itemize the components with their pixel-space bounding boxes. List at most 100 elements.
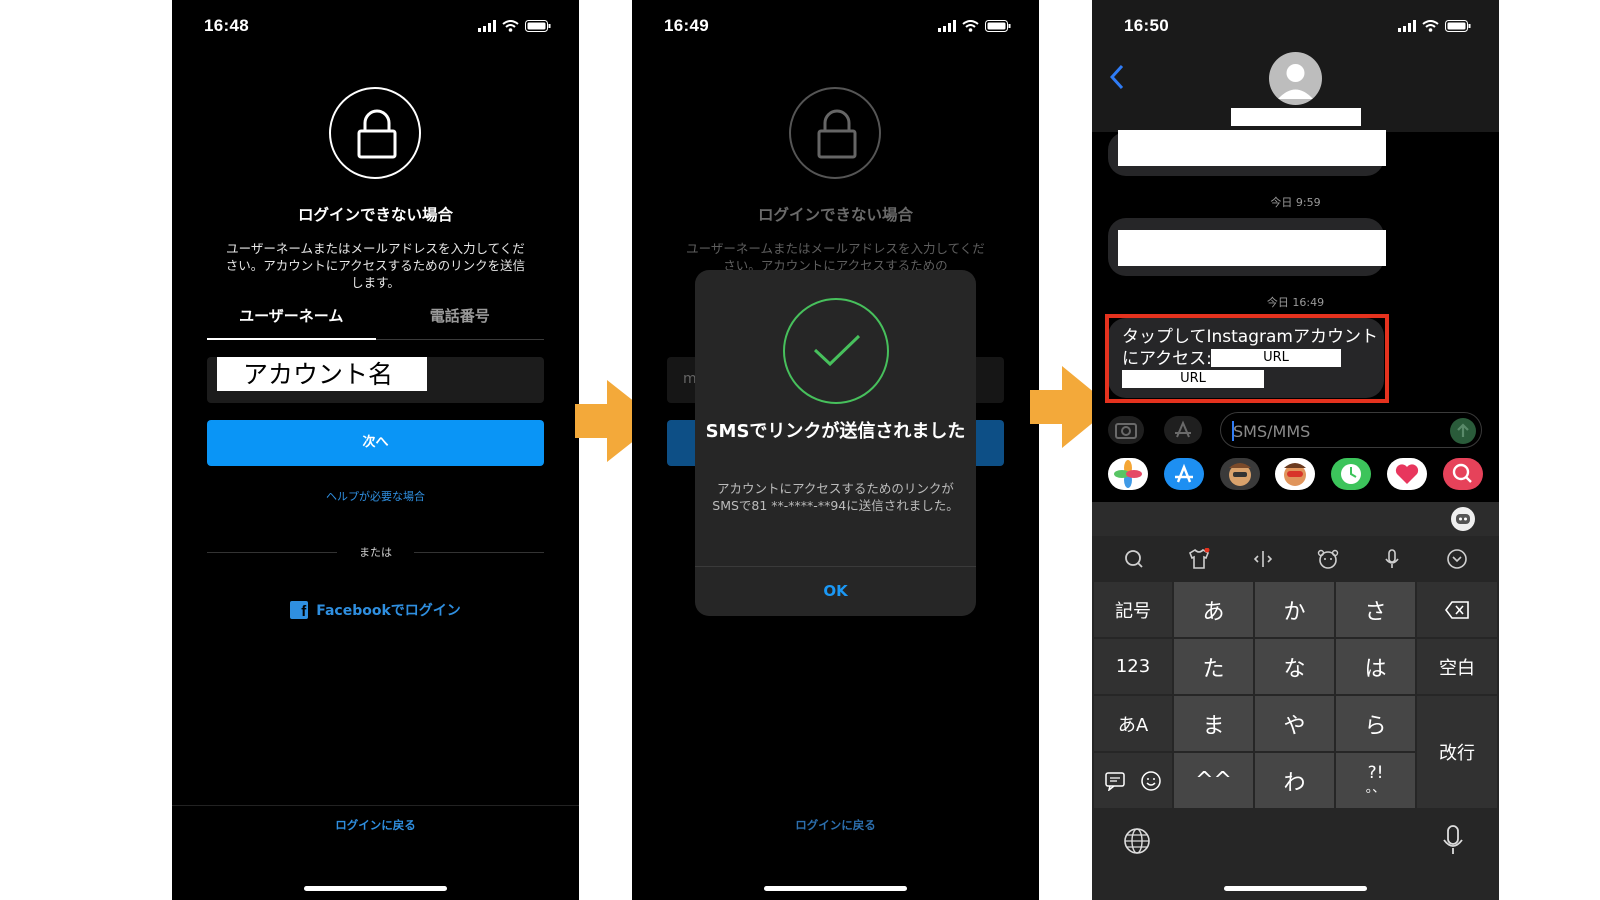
bear-face-icon[interactable] [1316, 547, 1340, 571]
signal-icon [1398, 20, 1416, 32]
wifi-icon [962, 20, 979, 32]
backspace-key[interactable] [1417, 582, 1497, 637]
keyboard-toolbar [1092, 536, 1499, 582]
key-emoji-row[interactable] [1094, 753, 1172, 808]
enter-key[interactable]: 改行 [1417, 696, 1497, 808]
key-a[interactable]: あ [1174, 582, 1253, 637]
key-na[interactable]: な [1255, 639, 1334, 694]
status-time: 16:49 [664, 16, 709, 35]
status-time: 16:50 [1124, 16, 1169, 35]
backspace-icon [1445, 600, 1469, 619]
dictation-icon[interactable] [1441, 824, 1465, 856]
username-input[interactable]: アカウント名 [207, 357, 544, 403]
home-indicator[interactable] [1224, 886, 1367, 891]
timestamp: 今日 16:49 [1266, 296, 1325, 309]
key-sa[interactable]: さ [1336, 582, 1415, 637]
app-store-icon[interactable] [1164, 416, 1202, 444]
status-time: 16:48 [204, 16, 249, 35]
username-value: アカウント名 [217, 357, 427, 391]
sms-placeholder: SMS/MMS [1233, 422, 1311, 441]
memoji-icon[interactable] [1219, 458, 1260, 490]
avatar[interactable] [1269, 52, 1322, 105]
battery-icon [525, 20, 551, 32]
dialog-message: アカウントにアクセスするためのリンクがSMSで81 **-****-**94に送… [712, 481, 959, 513]
app-store-icon[interactable] [1163, 458, 1204, 490]
signal-icon [938, 20, 956, 32]
or-divider: または [207, 544, 544, 560]
redacted-message [1118, 230, 1386, 266]
status-bar: 16:50 [1092, 16, 1499, 40]
tshirt-icon[interactable] [1187, 547, 1211, 571]
lock-icon [789, 87, 881, 179]
key-kana-alpha[interactable]: あA [1094, 696, 1172, 751]
smiley-icon [1141, 770, 1161, 791]
search-icon[interactable] [1122, 547, 1146, 571]
key-wa[interactable]: わ [1255, 753, 1334, 808]
key-ta[interactable]: た [1174, 639, 1253, 694]
status-bar: 16:48 [172, 16, 579, 40]
kana-keyboard: 記号 123 あA あ か さ た な は ま や ら ^^ わ ?! 。、 空… [1092, 582, 1499, 808]
sms-input[interactable]: SMS/MMS [1220, 412, 1482, 448]
key-ha[interactable]: は [1336, 639, 1415, 694]
text-bubble-icon [1105, 771, 1125, 791]
wifi-icon [502, 20, 519, 32]
phone-screen-1: 16:48 ログインできない場合 ユーザーネームまたはメールアドレスを入力してく… [172, 0, 579, 900]
microphone-icon[interactable] [1380, 547, 1404, 571]
sms-sent-dialog: SMSでリンクが送信されました アカウントにアクセスするためのリンクがSMSで8… [695, 270, 976, 616]
facebook-login-button[interactable]: f Facebookでログイン [172, 600, 579, 620]
key-symbols[interactable]: 記号 [1094, 582, 1172, 637]
page-description: ユーザーネームまたはメールアドレスを入力してください。アカウントにアクセスするた… [686, 241, 985, 273]
checkmark-icon [783, 298, 889, 404]
clock-app-icon[interactable] [1331, 458, 1372, 490]
ok-button[interactable]: OK [695, 582, 976, 600]
phone-screen-2: 16:49 ログインできない場合 ユーザーネームまたはメールアドレスを入力してく… [632, 0, 1039, 900]
contact-name-redacted [1231, 108, 1361, 126]
status-bar: 16:49 [632, 16, 1039, 40]
lock-icon [329, 87, 421, 179]
back-to-login-link[interactable]: ログインに戻る [632, 817, 1039, 833]
page-title: ログインできない場合 [757, 206, 913, 224]
highlight-box [1105, 314, 1389, 403]
dialog-title: SMSでリンクが送信されました [705, 421, 966, 442]
facebook-icon: f [290, 601, 309, 620]
key-ka[interactable]: か [1255, 582, 1334, 637]
photos-app-icon[interactable] [1107, 458, 1148, 490]
login-tabs: ユーザーネーム 電話番号 [207, 305, 544, 341]
wifi-icon [1422, 20, 1439, 32]
help-link[interactable]: ヘルプが必要な場合 [172, 488, 579, 504]
message-input-row: SMS/MMS [1092, 408, 1499, 452]
space-key[interactable]: 空白 [1417, 639, 1497, 694]
key-punctuation[interactable]: ?! 。、 [1336, 753, 1415, 808]
key-123[interactable]: 123 [1094, 639, 1172, 694]
cursor-move-icon[interactable] [1251, 547, 1275, 571]
next-button[interactable]: 次へ [207, 420, 544, 466]
send-icon[interactable] [1450, 418, 1476, 444]
key-ya[interactable]: や [1255, 696, 1334, 751]
memoji-sticker-icon[interactable] [1275, 458, 1316, 490]
keyboard-suggestion-strip [1092, 502, 1499, 536]
globe-icon[interactable] [1122, 826, 1152, 856]
key-ra[interactable]: ら [1336, 696, 1415, 751]
active-tab-indicator [207, 338, 376, 340]
digital-touch-icon[interactable] [1387, 458, 1428, 490]
timestamp: 今日 9:59 [1270, 196, 1321, 209]
chevron-left-icon[interactable] [1110, 64, 1124, 90]
back-to-login-link[interactable]: ログインに戻る [172, 817, 579, 833]
chevron-down-icon[interactable] [1445, 547, 1469, 571]
tab-phone[interactable]: 電話番号 [376, 305, 545, 326]
battery-icon [985, 20, 1011, 32]
assistant-bot-icon[interactable] [1451, 507, 1475, 531]
redacted-message [1118, 130, 1386, 166]
battery-icon [1445, 20, 1471, 32]
key-kaomoji[interactable]: ^^ [1174, 753, 1253, 808]
home-indicator[interactable] [304, 886, 447, 891]
search-images-icon[interactable] [1442, 458, 1483, 490]
page-description: ユーザーネームまたはメールアドレスを入力してください。アカウントにアクセスするた… [225, 241, 526, 290]
signal-icon [478, 20, 496, 32]
home-indicator[interactable] [764, 886, 907, 891]
tab-username[interactable]: ユーザーネーム [207, 305, 376, 326]
phone-screen-3: 16:50 今日 9:59 今日 16:49 タップしてInstagramアカウ… [1092, 0, 1499, 900]
imessage-app-row [1092, 458, 1499, 502]
camera-icon[interactable] [1108, 416, 1144, 444]
key-ma[interactable]: ま [1174, 696, 1253, 751]
